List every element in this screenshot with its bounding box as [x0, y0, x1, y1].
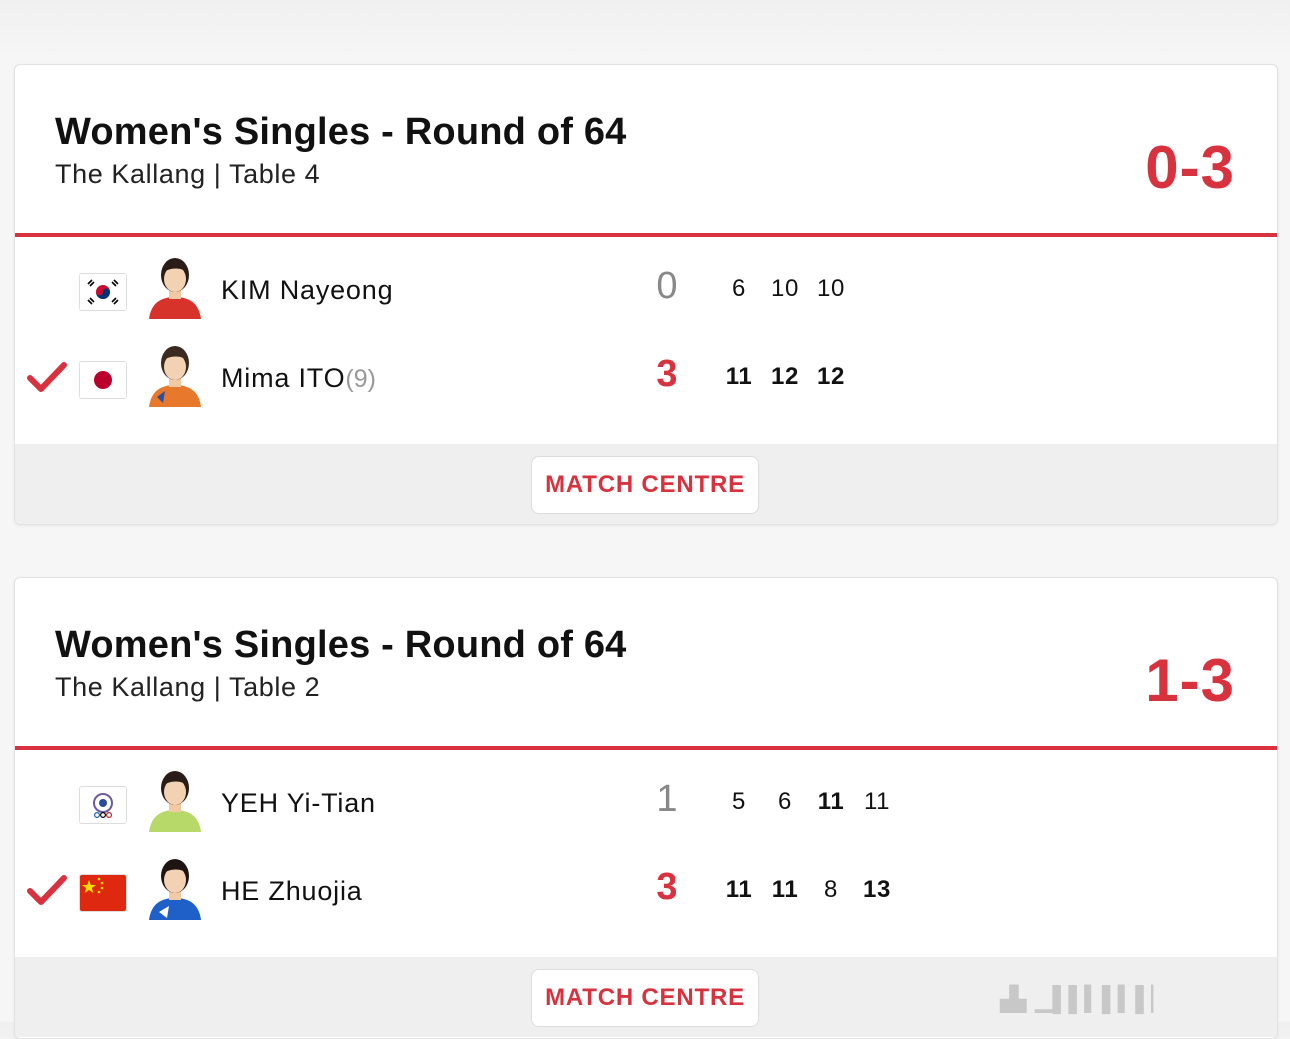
- player-rows: KIM Nayeong 0 6 10 10 Mima ITO(9) 3 11 1…: [15, 237, 1277, 444]
- match-header: Women's Singles - Round of 64 The Kallan…: [15, 578, 1277, 750]
- set-score: 11: [863, 788, 891, 815]
- player-avatar: [145, 854, 205, 920]
- korea-flag-icon: [79, 273, 127, 311]
- watermark: ▟▖▁▌▌▍▌▍▌▏: [1000, 986, 1170, 1013]
- set-score: 11: [725, 363, 753, 390]
- match-card: Women's Singles - Round of 64 The Kallan…: [14, 577, 1278, 1039]
- player-avatar: [145, 341, 205, 407]
- match-title: Women's Singles - Round of 64: [55, 624, 627, 666]
- match-header: Women's Singles - Round of 64 The Kallan…: [15, 65, 1277, 237]
- set-score: 10: [771, 275, 799, 302]
- games-won: 1: [656, 778, 678, 820]
- set-score: 12: [771, 363, 799, 390]
- player-avatar: [145, 766, 205, 832]
- match-title: Women's Singles - Round of 64: [55, 111, 627, 153]
- match-venue: The Kallang | Table 4: [55, 159, 321, 189]
- games-won: 3: [656, 866, 678, 908]
- match-centre-button[interactable]: MATCH CENTRE: [531, 969, 759, 1027]
- player-name[interactable]: HE Zhuojia: [221, 876, 363, 907]
- set-score: 5: [732, 788, 746, 815]
- japan-flag-icon: [79, 361, 127, 399]
- checkmark-icon: [27, 359, 67, 395]
- player-row[interactable]: HE Zhuojia 3 11 11 8 13: [15, 850, 1277, 930]
- set-score: 11: [817, 788, 845, 815]
- player-row[interactable]: YEH Yi-Tian 1 5 6 11 11: [15, 762, 1277, 842]
- set-score: 11: [725, 876, 753, 903]
- match-score: 1-3: [1145, 647, 1235, 714]
- match-card: Women's Singles - Round of 64 The Kallan…: [14, 64, 1278, 525]
- player-name[interactable]: YEH Yi-Tian: [221, 788, 376, 819]
- set-score: 10: [817, 275, 845, 302]
- match-score: 0-3: [1145, 134, 1235, 201]
- player-row[interactable]: Mima ITO(9) 3 11 12 12: [15, 337, 1277, 417]
- match-centre-button[interactable]: MATCH CENTRE: [531, 456, 759, 514]
- games-won: 0: [656, 265, 678, 307]
- set-score: 13: [863, 876, 891, 903]
- china-flag-icon: [79, 874, 127, 912]
- player-name[interactable]: Mima ITO(9): [221, 363, 376, 394]
- set-score: 6: [778, 788, 792, 815]
- player-name[interactable]: KIM Nayeong: [221, 275, 393, 306]
- match-venue: The Kallang | Table 2: [55, 672, 321, 702]
- player-row[interactable]: KIM Nayeong 0 6 10 10: [15, 249, 1277, 329]
- chinese-taipei-flag-icon: [79, 786, 127, 824]
- checkmark-icon: [27, 872, 67, 908]
- set-score: 11: [771, 876, 799, 903]
- set-score: 12: [817, 363, 845, 390]
- player-avatar: [145, 253, 205, 319]
- set-score: 6: [732, 275, 746, 302]
- player-rows: YEH Yi-Tian 1 5 6 11 11 HE Zhuojia 3 11 …: [15, 750, 1277, 957]
- games-won: 3: [656, 353, 678, 395]
- set-score: 8: [824, 876, 838, 903]
- match-footer: MATCH CENTRE: [15, 444, 1277, 524]
